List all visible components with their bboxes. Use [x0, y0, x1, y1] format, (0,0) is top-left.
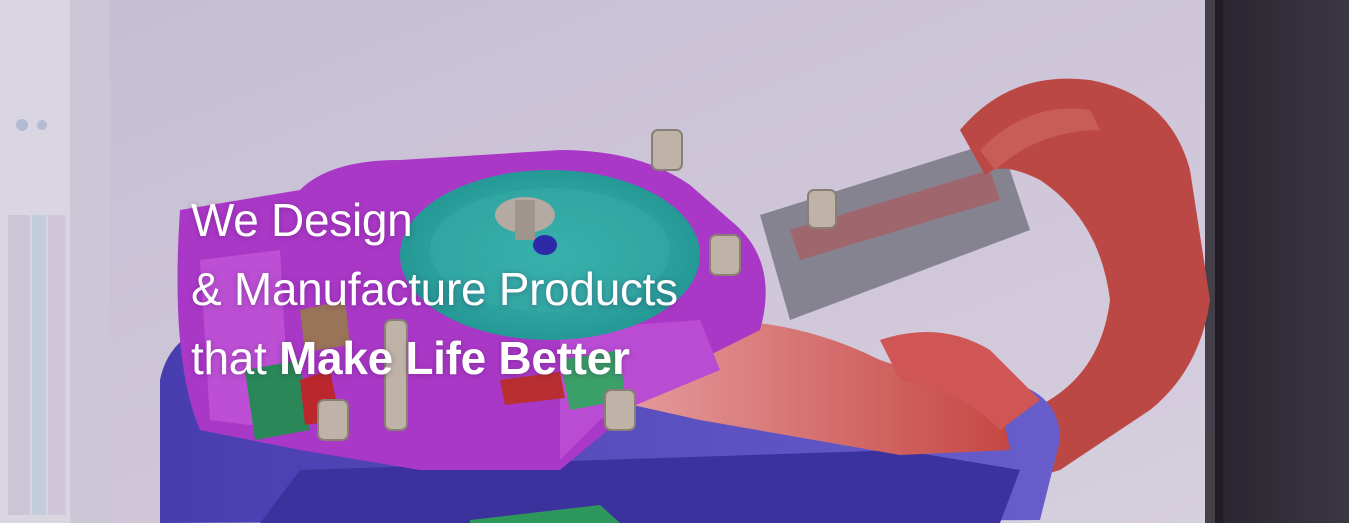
headline-line-2: & Manufacture Products: [191, 263, 678, 315]
hero-banner: We Design & Manufacture Products that Ma…: [0, 0, 1349, 523]
headline-line-1: We Design: [191, 194, 413, 246]
headline-emphasis: Make Life Better: [279, 332, 630, 384]
headline-line-3-prefix: that: [191, 332, 280, 384]
hero-headline: We Design & Manufacture Products that Ma…: [191, 186, 678, 393]
headline-line-3: that Make Life Better: [191, 324, 678, 393]
